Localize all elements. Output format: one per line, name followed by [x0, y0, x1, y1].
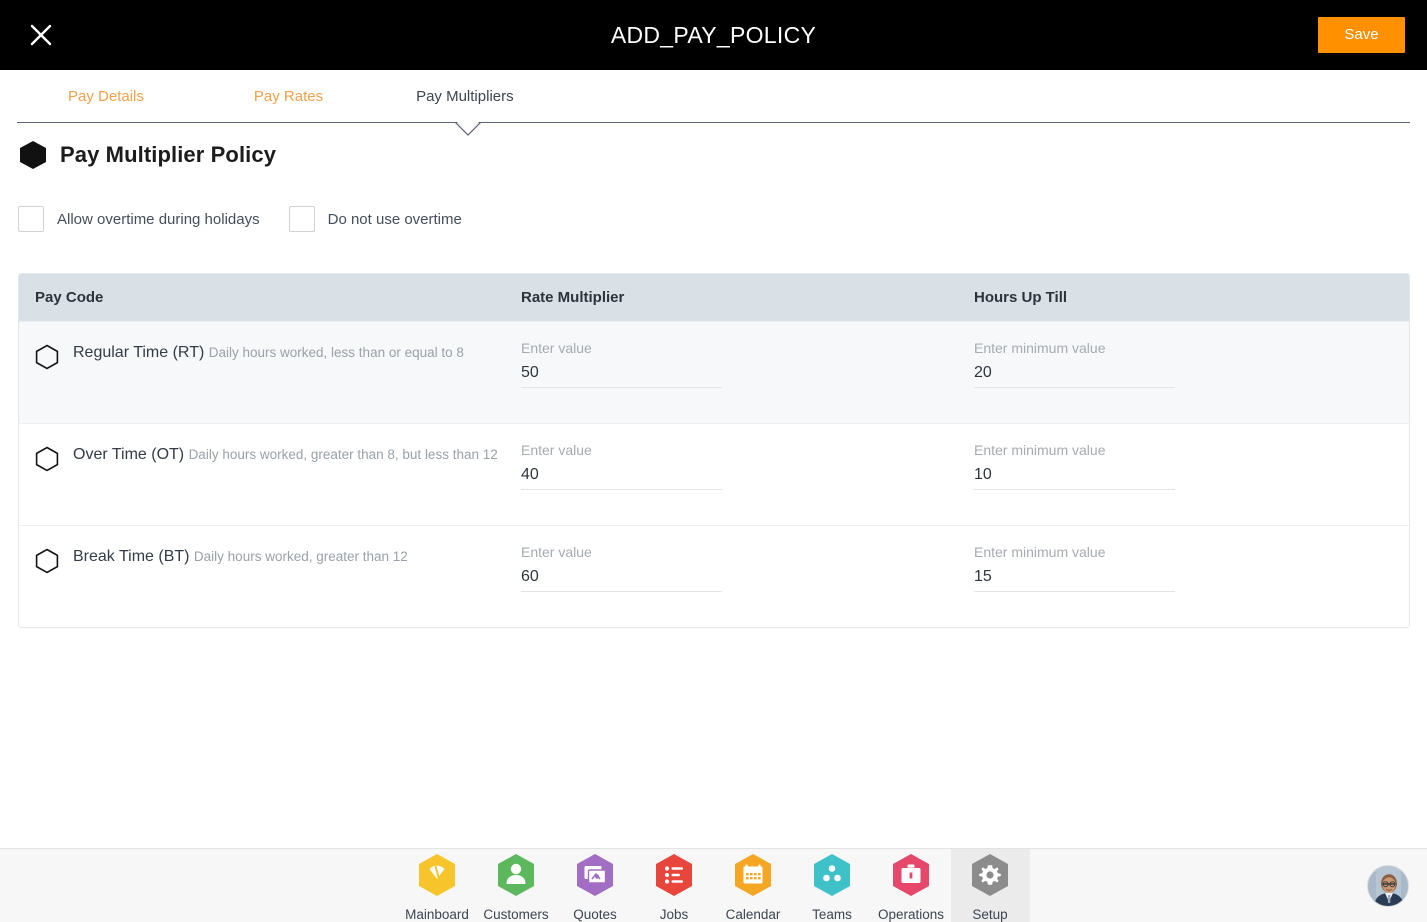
hours-up-till-field: Enter minimum value [974, 339, 1175, 388]
checkbox-allow-overtime-holidays[interactable]: Allow overtime during holidays [18, 206, 260, 232]
list-icon [653, 852, 695, 903]
cell-pay-code: Break Time (BT) Daily hours worked, grea… [19, 526, 521, 627]
nav-label: Teams [812, 907, 852, 922]
nav-item-setup[interactable]: Setup [950, 849, 1030, 922]
close-icon[interactable] [22, 16, 60, 54]
rate-multiplier-field: Enter value [521, 543, 722, 592]
hours-up-till-label: Enter minimum value [974, 340, 1106, 356]
cell-pay-code: Over Time (OT) Daily hours worked, great… [19, 424, 521, 525]
nav-item-operations[interactable]: Operations [872, 849, 951, 922]
nav-item-jobs[interactable]: Jobs [635, 849, 714, 922]
teams-icon [811, 852, 853, 903]
user-avatar[interactable] [1367, 865, 1409, 907]
nav-label: Customers [483, 907, 549, 922]
app-root: ADD_PAY_POLICY Save Pay Details Pay Rate… [0, 0, 1427, 922]
nav-item-quotes[interactable]: Quotes [556, 849, 635, 922]
nav-label: Calendar [725, 907, 781, 922]
table-row: Over Time (OT) Daily hours worked, great… [19, 423, 1409, 525]
tab-list: Pay Details Pay Rates Pay Multipliers [0, 70, 524, 122]
pay-code-description: Daily hours worked, greater than 8, but … [188, 447, 498, 462]
table-row: Regular Time (RT) Daily hours worked, le… [19, 321, 1409, 423]
checkbox-box-icon[interactable] [288, 206, 315, 232]
pay-code-text-group: Regular Time (RT) Daily hours worked, le… [73, 341, 464, 364]
pay-code-text-group: Over Time (OT) Daily hours worked, great… [73, 443, 498, 466]
hours-up-till-field: Enter minimum value [974, 441, 1175, 490]
nav-item-customers[interactable]: Customers [477, 849, 556, 922]
section-header: Pay Multiplier Policy [19, 140, 276, 170]
column-header-pay-code: Pay Code [35, 289, 104, 306]
tab-pay-multipliers[interactable]: Pay Multipliers [406, 82, 524, 111]
quotes-icon [574, 852, 616, 903]
nav-item-calendar[interactable]: Calendar [714, 849, 793, 922]
nav-item-list: Mainboard Customers Quotes Jobs Calendar… [0, 849, 1427, 922]
hexagon-outline-icon[interactable] [35, 341, 59, 370]
gear-icon [969, 852, 1011, 903]
active-tab-notch-icon [455, 122, 481, 136]
top-header-bar: ADD_PAY_POLICY Save [0, 0, 1427, 70]
tab-pay-details[interactable]: Pay Details [58, 82, 154, 111]
checkbox-label: Allow overtime during holidays [57, 210, 260, 228]
cell-rate-multiplier: Enter value [521, 526, 974, 627]
pay-multiplier-table: Pay Code Rate Multiplier Hours Up Till R… [18, 273, 1410, 628]
rate-multiplier-input[interactable] [521, 459, 722, 490]
nav-label: Operations [877, 907, 945, 922]
close-x-icon [30, 24, 52, 46]
rate-multiplier-field: Enter value [521, 339, 722, 388]
calendar-icon [732, 852, 774, 903]
hours-up-till-field: Enter minimum value [974, 543, 1175, 592]
overtime-options: Allow overtime during holidays Do not us… [18, 206, 462, 232]
rate-multiplier-input[interactable] [521, 357, 722, 388]
nav-item-mainboard[interactable]: Mainboard [398, 849, 477, 922]
cell-pay-code: Regular Time (RT) Daily hours worked, le… [19, 322, 521, 423]
section-title: Pay Multiplier Policy [60, 142, 277, 167]
hours-up-till-input[interactable] [974, 357, 1175, 388]
cell-hours-up-till: Enter minimum value [974, 322, 1409, 423]
pay-code-name: Break Time (BT) [73, 548, 190, 565]
pay-code-name: Regular Time (RT) [73, 344, 205, 361]
hexagon-outline-icon[interactable] [35, 545, 59, 574]
pay-code-text-group: Break Time (BT) Daily hours worked, grea… [73, 545, 408, 568]
rate-multiplier-input[interactable] [521, 561, 722, 592]
table-row: Break Time (BT) Daily hours worked, grea… [19, 525, 1409, 627]
nav-label: Setup [972, 907, 1008, 922]
rate-multiplier-label: Enter value [521, 544, 592, 560]
hexagon-outline-icon[interactable] [35, 443, 59, 472]
hours-up-till-input[interactable] [974, 459, 1175, 490]
nav-label: Mainboard [405, 907, 469, 922]
checkbox-do-not-use-overtime[interactable]: Do not use overtime [288, 206, 462, 232]
cell-rate-multiplier: Enter value [521, 424, 974, 525]
hours-up-till-label: Enter minimum value [974, 544, 1106, 560]
person-icon [495, 852, 537, 903]
bottom-navigation-bar: Mainboard Customers Quotes Jobs Calendar… [0, 848, 1427, 922]
save-button[interactable]: Save [1318, 17, 1405, 53]
rate-multiplier-label: Enter value [521, 442, 592, 458]
pay-code-description: Daily hours worked, less than or equal t… [208, 345, 464, 360]
mainboard-icon [416, 852, 458, 903]
column-header-rate-multiplier: Rate Multiplier [521, 289, 625, 306]
tab-underline-rule [17, 122, 1410, 123]
nav-label: Quotes [573, 907, 617, 922]
hexagon-filled-icon [19, 140, 47, 170]
cell-hours-up-till: Enter minimum value [974, 526, 1409, 627]
nav-label: Jobs [659, 907, 689, 922]
column-header-hours-up-till: Hours Up Till [974, 289, 1068, 306]
hours-up-till-input[interactable] [974, 561, 1175, 592]
checkbox-box-icon[interactable] [18, 206, 44, 232]
nav-item-teams[interactable]: Teams [793, 849, 872, 922]
rate-multiplier-label: Enter value [521, 340, 592, 356]
page-title: ADD_PAY_POLICY [610, 22, 817, 48]
hours-up-till-label: Enter minimum value [974, 442, 1106, 458]
cell-hours-up-till: Enter minimum value [974, 424, 1409, 525]
briefcase-icon [890, 852, 932, 903]
tab-bar: Pay Details Pay Rates Pay Multipliers [0, 70, 1427, 136]
table-header-row: Pay Code Rate Multiplier Hours Up Till [19, 274, 1409, 321]
pay-code-name: Over Time (OT) [73, 446, 185, 463]
tab-pay-rates[interactable]: Pay Rates [244, 82, 333, 111]
pay-code-description: Daily hours worked, greater than 12 [193, 549, 408, 564]
rate-multiplier-field: Enter value [521, 441, 722, 490]
checkbox-label: Do not use overtime [327, 210, 462, 228]
cell-rate-multiplier: Enter value [521, 322, 974, 423]
